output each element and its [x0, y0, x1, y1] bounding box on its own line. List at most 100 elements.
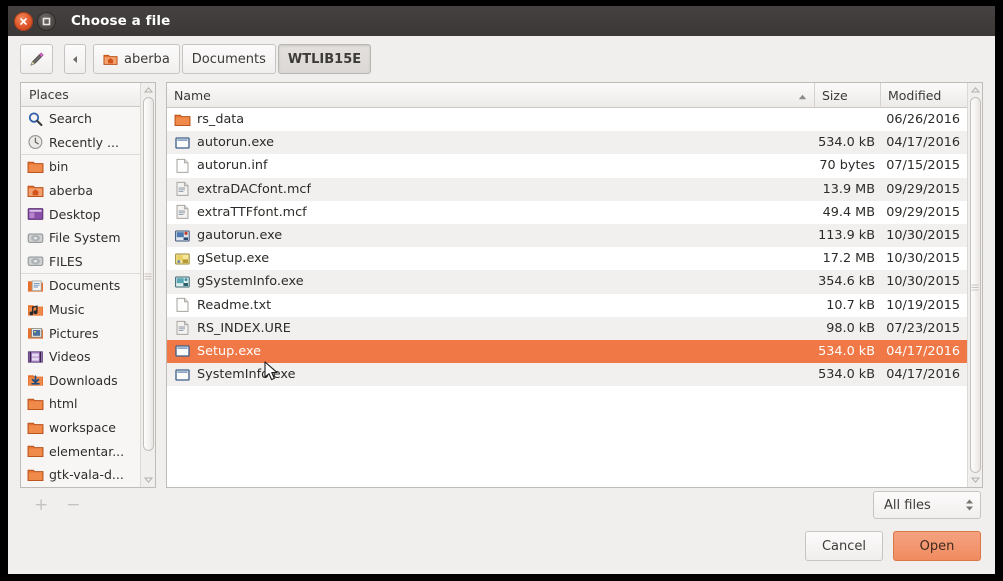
table-row[interactable]: autorun.inf 70 bytes 07/15/2015	[167, 154, 967, 178]
exe-icon	[175, 137, 190, 149]
file-name-label: gautorun.exe	[197, 228, 283, 244]
table-row[interactable]: gSystemInfo.exe 354.6 kB 10/30/2015	[167, 270, 967, 294]
breadcrumb-item-wtlib15e[interactable]: WTLIB15E	[277, 44, 372, 74]
sidebar-scroll-thumb[interactable]	[142, 97, 154, 451]
places-header: Places	[21, 83, 140, 107]
file-type-filter[interactable]: All files	[873, 491, 981, 519]
breadcrumb-item-aberba[interactable]: aberba	[93, 44, 180, 74]
sidebar-item-gtk-vala-d[interactable]: gtk-vala-d...	[21, 463, 140, 487]
remove-bookmark-button[interactable]: −	[66, 496, 80, 514]
table-row[interactable]: gautorun.exe 113.9 kB 10/30/2015	[167, 223, 967, 248]
sidebar-item-documents[interactable]: Documents	[21, 273, 140, 298]
sidebar-item-files[interactable]: FILES	[21, 250, 140, 274]
drive-icon	[27, 233, 44, 243]
scroll-grip-icon	[144, 265, 152, 284]
file-modified-cell: 04/17/2016	[886, 367, 960, 383]
file-name-label: autorun.inf	[197, 158, 268, 174]
table-row[interactable]: SystemInfo.exe 534.0 kB 04/17/2016	[167, 363, 967, 387]
file-size-cell: 534.0 kB	[818, 367, 875, 383]
folder-icon	[27, 469, 44, 481]
column-header-size-label: Size	[822, 87, 848, 103]
music-icon	[28, 304, 43, 316]
blank-file-icon	[176, 158, 189, 173]
table-row[interactable]: Setup.exe 534.0 kB 04/17/2016	[167, 339, 967, 364]
file-name-cell: rs_data	[167, 112, 815, 128]
file-type-filter-value: All files	[884, 497, 931, 513]
breadcrumb-item-documents[interactable]: Documents	[181, 44, 276, 74]
close-icon[interactable]	[14, 11, 33, 31]
sidebar-item-downloads[interactable]: Downloads	[21, 369, 140, 393]
filter-row: All files	[166, 488, 983, 522]
column-header-name[interactable]: Name	[167, 83, 815, 108]
table-row[interactable]: gSetup.exe 17.2 MB 10/30/2015	[167, 247, 967, 271]
pencil-icon[interactable]	[20, 44, 53, 74]
sidebar-item-aberba[interactable]: aberba	[21, 179, 140, 203]
scroll-down-icon[interactable]	[968, 473, 983, 487]
file-pane: Name Size Modified rs_data 06/26/2016 aut	[156, 82, 983, 522]
column-header-modified[interactable]: Modified	[881, 83, 967, 108]
places-actions: + −	[20, 488, 156, 522]
column-header-size[interactable]: Size	[815, 83, 881, 108]
title-bar: Choose a file	[8, 6, 995, 36]
sidebar-item-label: Search	[49, 111, 92, 127]
sidebar-item-label: bin	[49, 159, 69, 175]
home-folder-icon	[103, 54, 118, 65]
scroll-down-icon[interactable]	[141, 473, 156, 487]
scroll-up-icon[interactable]	[141, 83, 156, 97]
table-row[interactable]: RS_INDEX.URE 98.0 kB 07/23/2015	[167, 316, 967, 340]
sidebar-item-recently[interactable]: Recently ...	[21, 131, 140, 155]
file-list: Name Size Modified rs_data 06/26/2016 aut	[167, 83, 967, 487]
file-size-cell: 98.0 kB	[826, 320, 875, 336]
folder-icon	[27, 398, 44, 410]
file-scroll-track[interactable]	[968, 97, 983, 473]
places-sidebar-panel: Places Search Recently ... bin aberba Deskto…	[20, 82, 156, 522]
file-name-cell: autorun.inf	[167, 158, 815, 174]
sidebar-item-label: gtk-vala-d...	[49, 467, 124, 483]
file-modified-cell: 07/23/2015	[886, 320, 960, 336]
sidebar-item-label: Recently ...	[49, 134, 119, 150]
maximize-icon[interactable]	[37, 11, 56, 31]
file-name-cell: gSystemInfo.exe	[167, 274, 815, 290]
table-row[interactable]: extraDACfont.mcf 13.9 MB 09/29/2015	[167, 177, 967, 201]
sidebar-scroll-track[interactable]	[141, 97, 156, 473]
file-scroll-thumb[interactable]	[969, 97, 981, 473]
sidebar-item-desktop[interactable]: Desktop	[21, 202, 140, 226]
file-name-cell: SystemInfo.exe	[167, 367, 815, 383]
folder-icon	[27, 445, 44, 458]
cancel-button[interactable]: Cancel	[805, 531, 883, 561]
app-blue-icon	[175, 230, 190, 242]
table-row[interactable]: autorun.exe 534.0 kB 04/17/2016	[167, 131, 967, 155]
documents-icon	[28, 280, 43, 292]
sidebar-item-workspace[interactable]: workspace	[21, 416, 140, 440]
sidebar-item-elementar[interactable]: elementar...	[21, 439, 140, 463]
pictures-icon	[28, 328, 43, 339]
sidebar-item-file-system[interactable]: File System	[21, 226, 140, 250]
add-bookmark-button[interactable]: +	[34, 496, 48, 514]
file-modified-cell: 10/30/2015	[886, 228, 960, 244]
file-modified-cell: 04/17/2016	[886, 343, 960, 359]
file-name-label: extraTTFfont.mcf	[197, 204, 307, 220]
file-size-cell: 17.2 MB	[822, 251, 875, 267]
recent-icon	[28, 135, 43, 150]
sidebar-item-bin[interactable]: bin	[21, 154, 140, 179]
table-row[interactable]: extraTTFfont.mcf 49.4 MB 09/29/2015	[167, 200, 967, 224]
sidebar-item-label: File System	[49, 230, 121, 246]
sidebar-item-pictures[interactable]: Pictures	[21, 321, 140, 345]
back-button[interactable]	[64, 44, 86, 74]
sidebar-scrollbar[interactable]	[140, 83, 155, 487]
scroll-up-icon[interactable]	[968, 83, 983, 97]
file-name-label: extraDACfont.mcf	[197, 181, 311, 197]
file-list-scrollbar[interactable]	[967, 83, 982, 487]
table-row[interactable]: Readme.txt 10.7 kB 10/19/2015	[167, 293, 967, 317]
sidebar-item-videos[interactable]: Videos	[21, 345, 140, 369]
breadcrumb-item-label: aberba	[124, 51, 170, 67]
file-name-cell: RS_INDEX.URE	[167, 320, 815, 336]
table-row[interactable]: rs_data 06/26/2016	[167, 108, 967, 132]
open-button[interactable]: Open	[893, 531, 981, 561]
sidebar-item-search[interactable]: Search	[21, 107, 140, 131]
file-name-cell: Setup.exe	[167, 343, 815, 359]
sidebar-item-music[interactable]: Music	[21, 298, 140, 322]
sidebar-item-html[interactable]: html	[21, 392, 140, 416]
sidebar-item-label: Music	[49, 302, 85, 318]
file-size-cell: 70 bytes	[819, 158, 875, 174]
